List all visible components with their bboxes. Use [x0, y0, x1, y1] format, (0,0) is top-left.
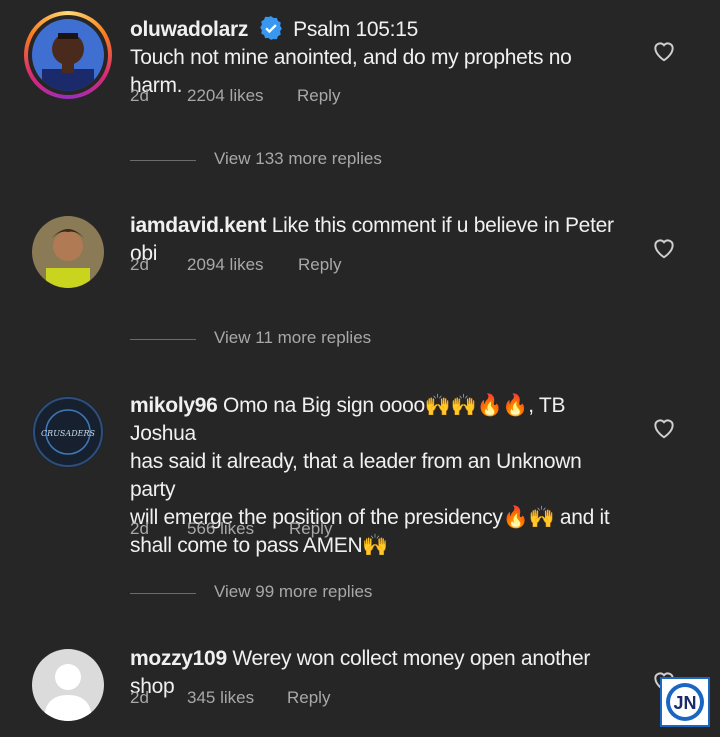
avatar[interactable]	[32, 649, 104, 721]
comment-time: 2d	[130, 86, 149, 105]
comment-text-line-4: shall come to pass AMEN🙌	[130, 534, 389, 557]
comment-username[interactable]: mikoly96	[130, 394, 218, 417]
comment-username[interactable]: mozzy109	[130, 647, 227, 670]
avatar[interactable]: CRUSADERS	[32, 396, 104, 468]
reply-button[interactable]: Reply	[298, 255, 341, 275]
like-heart-icon[interactable]	[651, 235, 677, 261]
comment-likes[interactable]: 345 likes	[187, 688, 254, 708]
view-replies-button[interactable]: View 133 more replies	[130, 149, 530, 173]
view-replies-label: View 133 more replies	[214, 149, 382, 168]
comment-time: 2d	[130, 688, 149, 707]
avatar[interactable]	[24, 11, 112, 99]
verified-badge-icon	[259, 16, 282, 40]
reply-button[interactable]: Reply	[289, 519, 332, 539]
comment-likes[interactable]: 566 likes	[187, 519, 254, 539]
view-replies-button[interactable]: View 99 more replies	[130, 582, 530, 606]
reply-button[interactable]: Reply	[297, 86, 340, 106]
watermark-logo: JN	[660, 677, 710, 727]
reply-button[interactable]: Reply	[287, 688, 330, 708]
avatar[interactable]	[32, 216, 104, 288]
like-heart-icon[interactable]	[651, 38, 677, 64]
comment-text-line-2: has said it already, that a leader from …	[130, 450, 582, 501]
watermark-text: JN	[673, 693, 696, 713]
avatar-text: CRUSADERS	[41, 429, 95, 438]
comment-likes[interactable]: 2094 likes	[187, 255, 264, 275]
view-replies-label: View 11 more replies	[214, 328, 372, 347]
comment-time: 2d	[130, 519, 149, 538]
like-heart-icon[interactable]	[651, 415, 677, 441]
comment-time: 2d	[130, 255, 149, 274]
comment-username[interactable]: oluwadolarz	[130, 18, 248, 41]
view-replies-button[interactable]: View 11 more replies	[130, 328, 530, 352]
view-replies-label: View 99 more replies	[214, 582, 373, 601]
comment-username[interactable]: iamdavid.kent	[130, 214, 266, 237]
comment-likes[interactable]: 2204 likes	[187, 86, 264, 106]
